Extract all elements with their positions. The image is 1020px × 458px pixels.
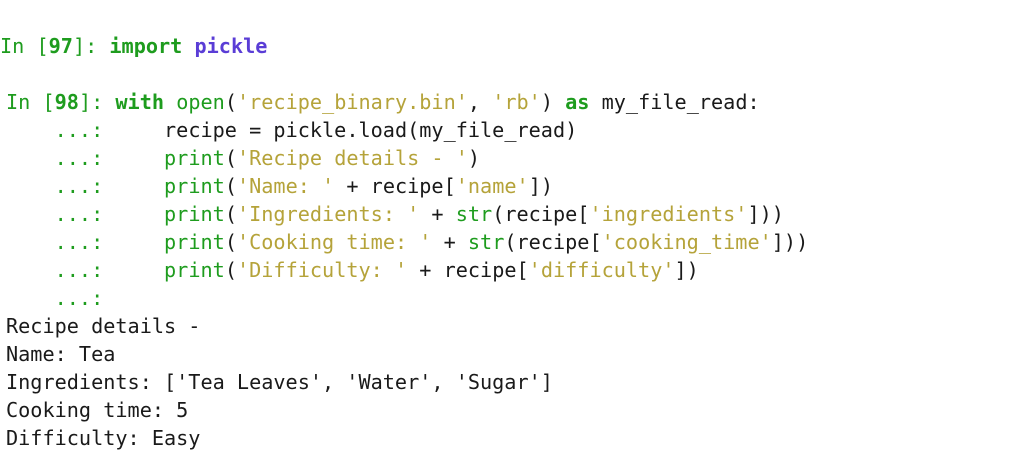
continuation-prompt: ...:: [54, 202, 104, 226]
code-line-6: ...: print('Cooking time: ' + str(recipe…: [6, 228, 809, 256]
code-text: (recipe[: [504, 230, 602, 254]
continuation-prompt: ...:: [54, 174, 104, 198]
code-line-7: ...: print('Difficulty: ' + recipe['diff…: [6, 256, 699, 284]
code-line-5: ...: print('Ingredients: ' + str(recipe[…: [6, 200, 784, 228]
string-key: 'cooking_time': [601, 230, 772, 254]
code-line-4: ...: print('Name: ' + recipe['name']): [6, 172, 553, 200]
output-line: Name: Tea: [6, 342, 116, 366]
paren: ])): [747, 202, 784, 226]
comma: ,: [467, 90, 493, 114]
code-line-3: ...: print('Recipe details - '): [6, 144, 480, 172]
paren: (: [224, 146, 237, 170]
paren: ])): [771, 230, 809, 254]
paren: (: [224, 258, 237, 282]
prompt-close: ]:: [72, 34, 110, 58]
variable-name: my_file_read:: [589, 90, 760, 114]
builtin-str: str: [455, 202, 493, 226]
paren: (: [224, 90, 237, 114]
operator: +: [431, 230, 468, 254]
prompt-close: ]:: [78, 90, 116, 114]
paren: ]): [674, 258, 699, 282]
string-literal: 'Name: ': [236, 174, 335, 198]
string-key: 'name': [455, 174, 529, 198]
prompt-open: In [: [6, 90, 55, 114]
builtin-open: open: [176, 90, 225, 114]
code-text: + recipe[: [407, 258, 529, 282]
builtin-print: print: [164, 202, 225, 226]
string-mode: 'rb': [492, 90, 541, 114]
operator: +: [419, 202, 456, 226]
input-line-98: In [98]: with open('recipe_binary.bin', …: [6, 88, 760, 116]
paren: (: [224, 230, 237, 254]
string-literal: 'Ingredients: ': [236, 202, 420, 226]
output-line: Difficulty: Easy: [6, 426, 201, 450]
continuation-prompt: ...:: [54, 286, 104, 310]
output-line: Ingredients: ['Tea Leaves', 'Water', 'Su…: [6, 370, 553, 394]
paren: ): [467, 146, 481, 170]
code-line-2: ...: recipe = pickle.load(my_file_read): [6, 116, 578, 144]
continuation-prompt: ...:: [54, 146, 104, 170]
code-text: (recipe[: [492, 202, 590, 226]
builtin-print: print: [164, 146, 225, 170]
paren: ]): [528, 174, 553, 198]
code-text: recipe = pickle.load(my_file_read): [164, 118, 578, 142]
prompt-number: 97: [48, 34, 73, 58]
continuation-prompt: ...:: [54, 230, 104, 254]
input-line-97: In [97]: import pickle: [0, 32, 267, 60]
prompt-open: In [: [0, 34, 49, 58]
string-filename: 'recipe_binary.bin': [236, 90, 468, 114]
string-literal: 'Recipe details - ': [236, 146, 468, 170]
module-name: pickle: [194, 34, 268, 58]
string-key: 'difficulty': [528, 258, 675, 282]
output-line: Recipe details -: [6, 314, 201, 338]
builtin-print: print: [164, 230, 225, 254]
output-line: Cooking time: 5: [6, 398, 189, 422]
string-literal: 'Cooking time: ': [236, 230, 432, 254]
builtin-print: print: [164, 258, 225, 282]
paren: (: [224, 174, 237, 198]
keyword-import: import: [109, 34, 183, 58]
builtin-str: str: [467, 230, 505, 254]
string-literal: 'Difficulty: ': [236, 258, 408, 282]
prompt-number: 98: [54, 90, 79, 114]
continuation-prompt: ...:: [54, 118, 104, 142]
ipython-terminal[interactable]: In [97]: import pickle In [98]: with ope…: [0, 0, 1020, 458]
paren: (: [224, 202, 237, 226]
continuation-prompt: ...:: [54, 258, 104, 282]
builtin-print: print: [164, 174, 225, 198]
string-key: 'ingredients': [589, 202, 748, 226]
keyword-as: as: [565, 90, 590, 114]
paren: ): [540, 90, 553, 114]
code-text: + recipe[: [334, 174, 456, 198]
code-line-8[interactable]: ...:: [6, 284, 104, 312]
keyword-with: with: [115, 90, 165, 114]
